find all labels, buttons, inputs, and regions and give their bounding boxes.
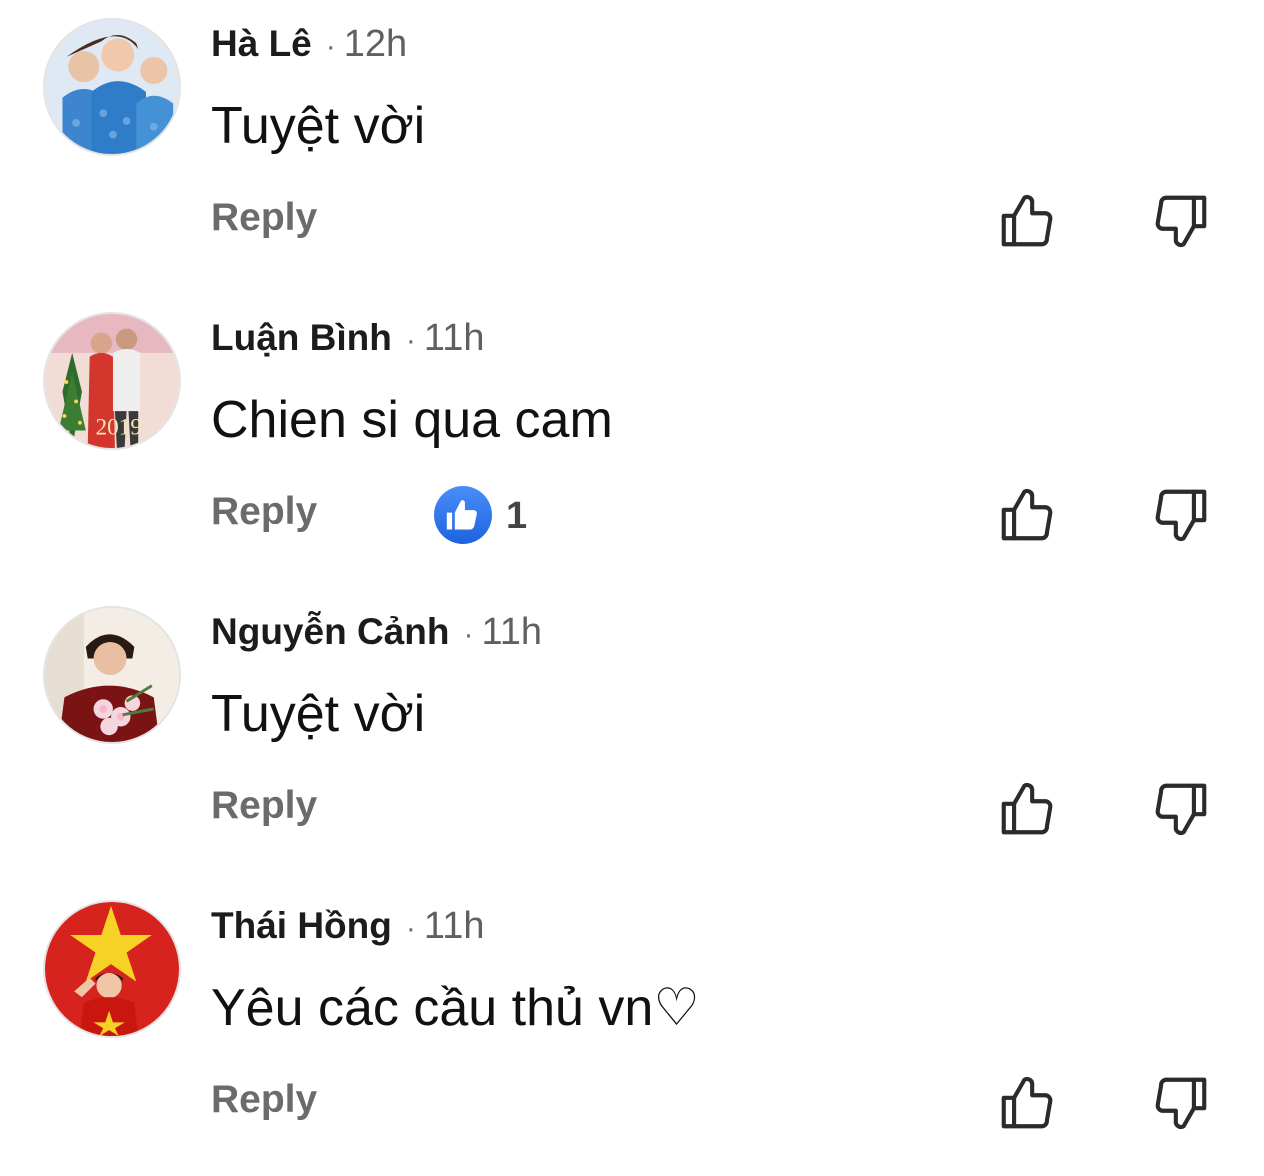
thumbs-up-icon[interactable]	[996, 484, 1058, 546]
comment-meta: Hà Lê · 12h	[211, 22, 407, 74]
reply-button[interactable]: Reply	[211, 780, 317, 832]
reply-button[interactable]: Reply	[211, 192, 317, 244]
comment-item: 2019 Luận Bình · 11h Chien si qua cam Repl…	[0, 294, 1264, 588]
comment-meta: Luận Bình · 11h	[211, 316, 484, 368]
reply-button[interactable]: Reply	[211, 486, 317, 538]
avatar[interactable]	[43, 18, 181, 156]
comment-text: Chien si qua cam	[211, 391, 613, 449]
avatar[interactable]: 2019	[43, 312, 181, 450]
author-name[interactable]: Nguyễn Cảnh	[211, 611, 449, 652]
thumbs-up-icon[interactable]	[996, 778, 1058, 840]
separator-dot: ·	[463, 618, 474, 651]
thumbs-down-icon[interactable]	[1150, 484, 1212, 546]
like-reaction-icon[interactable]	[434, 486, 492, 544]
separator-dot: ·	[405, 912, 416, 945]
thumbs-down-icon[interactable]	[1150, 1072, 1212, 1134]
comment-text: Yêu các cầu thủ vn♡	[211, 979, 700, 1037]
thumbs-up-icon[interactable]	[996, 190, 1058, 252]
comment-text: Tuyệt vời	[211, 685, 426, 743]
thumbs-down-icon[interactable]	[1150, 190, 1212, 252]
avatar-year-text: 2019	[95, 414, 142, 440]
avatar[interactable]	[43, 900, 181, 1038]
separator-dot: ·	[325, 30, 336, 63]
comment-time: 11h	[423, 905, 485, 947]
comment-meta: Thái Hồng · 11h	[211, 904, 484, 956]
comment-item: Hà Lê · 12h Tuyệt vời Reply	[0, 0, 1264, 294]
avatar[interactable]	[43, 606, 181, 744]
comment-item: Thái Hồng · 11h Yêu các cầu thủ vn♡ Reply	[0, 882, 1264, 1176]
comment-meta: Nguyễn Cảnh · 11h	[211, 610, 542, 662]
separator-dot: ·	[405, 324, 416, 357]
reply-button[interactable]: Reply	[211, 1074, 317, 1126]
comment-text: Tuyệt vời	[211, 97, 426, 155]
comment-time: 11h	[481, 611, 543, 653]
author-name[interactable]: Thái Hồng	[211, 905, 392, 946]
comment-time: 12h	[343, 23, 408, 65]
thumbs-up-icon[interactable]	[996, 1072, 1058, 1134]
comment-item: Nguyễn Cảnh · 11h Tuyệt vời Reply	[0, 588, 1264, 882]
thumbs-down-icon[interactable]	[1150, 778, 1212, 840]
author-name[interactable]: Hà Lê	[211, 23, 312, 64]
author-name[interactable]: Luận Bình	[211, 317, 392, 358]
comment-time: 11h	[423, 317, 485, 359]
like-count: 1	[506, 495, 528, 537]
